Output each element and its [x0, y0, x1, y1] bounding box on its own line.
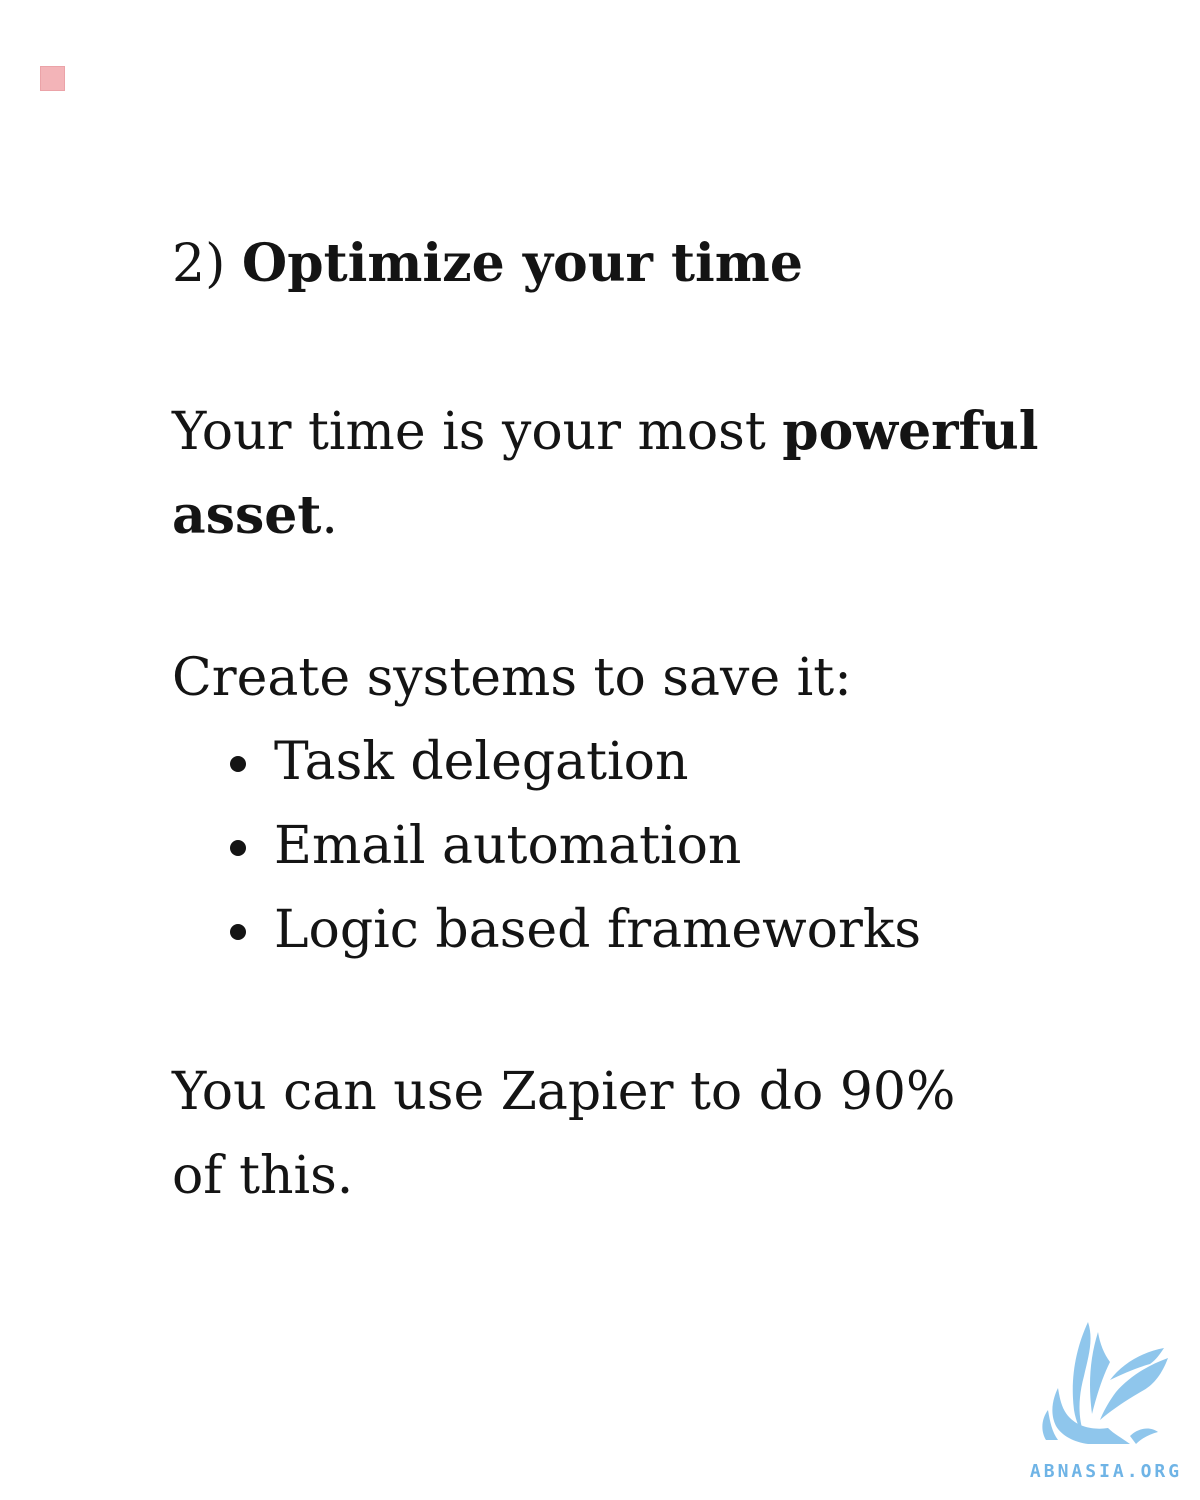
bullet-icon	[230, 840, 246, 856]
paragraph1-end: .	[321, 486, 338, 546]
heading-number: 2)	[172, 234, 226, 294]
list-item: Logic based frameworks	[224, 888, 1072, 972]
paragraph-zapier: You can use Zapier to do 90% of this.	[172, 1062, 956, 1206]
systems-list: Task delegation Email automation Logic b…	[172, 720, 1072, 972]
list-item-label: Task delegation	[274, 732, 689, 792]
watermark-text: ABNASIA.ORG	[1029, 1461, 1183, 1482]
bullet-icon	[230, 756, 246, 772]
heading-title: Optimize your time	[241, 233, 803, 294]
post-content: 2) Optimize your time Your time is your …	[172, 224, 1072, 1218]
list-item-label: Logic based frameworks	[274, 900, 922, 960]
paragraph1-start: Your time is your most	[172, 402, 783, 462]
list-item-label: Email automation	[274, 816, 742, 876]
griffin-icon	[1042, 1322, 1168, 1444]
corner-marker	[40, 66, 65, 91]
section-heading: 2) Optimize your time	[172, 224, 1072, 304]
paragraph1-bold-asset: asset	[172, 485, 322, 546]
paragraph-systems-intro: Create systems to save it:	[172, 648, 852, 708]
list-item: Task delegation	[224, 720, 1072, 804]
watermark-logo: ABNASIA.ORG	[1018, 1318, 1194, 1482]
paragraph-time-asset: Your time is your most powerful asset.	[172, 390, 1072, 558]
paragraph1-bold-word: powerful	[782, 401, 1039, 462]
list-item: Email automation	[224, 804, 1072, 888]
bullet-icon	[230, 924, 246, 940]
